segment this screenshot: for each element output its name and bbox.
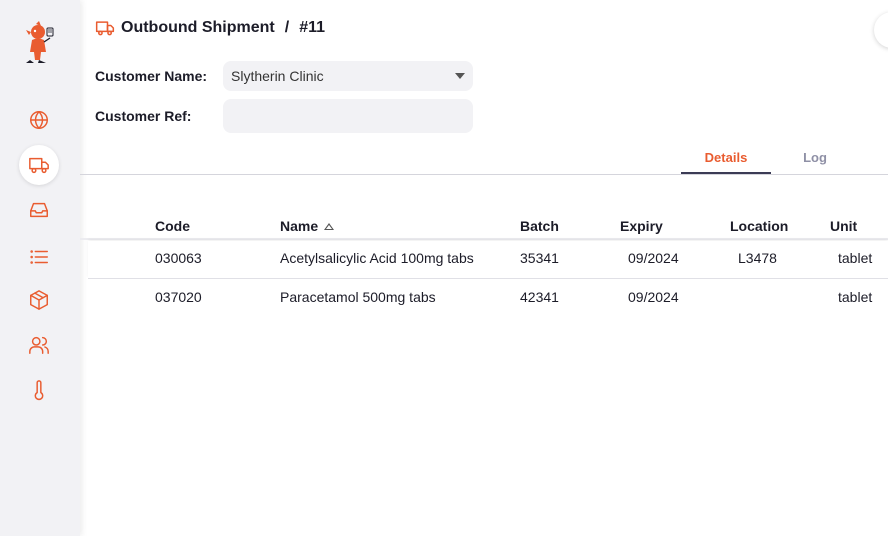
column-header-name[interactable]: Name — [280, 218, 335, 234]
sort-ascending-icon — [324, 222, 335, 230]
table-row[interactable]: 037020 Paracetamol 500mg tabs 42341 09/2… — [88, 280, 888, 318]
table-row[interactable]: 030063 Acetylsalicylic Acid 100mg tabs 3… — [88, 241, 888, 279]
package-icon — [30, 290, 48, 310]
customer-name-label: Customer Name: — [95, 68, 208, 84]
customer-name-select[interactable]: Slytherin Clinic — [223, 61, 473, 91]
column-header-code[interactable]: Code — [155, 218, 190, 234]
customer-ref-label: Customer Ref: — [95, 108, 192, 124]
cell-expiry: 09/2024 — [628, 250, 679, 266]
sidebar — [0, 0, 80, 536]
column-header-unit[interactable]: Unit — [830, 218, 857, 234]
cell-batch: 42341 — [520, 289, 559, 305]
title-separator: / — [284, 19, 290, 36]
cell-unit: tablet — [838, 289, 873, 305]
truck-icon — [95, 21, 115, 36]
users-icon — [29, 336, 49, 354]
app-bar-button[interactable] — [874, 12, 888, 48]
cell-location: L3478 — [738, 250, 777, 266]
nav-replenishment[interactable] — [19, 190, 59, 230]
tab-details[interactable]: Details — [681, 150, 771, 174]
customer-name-value: Slytherin Clinic — [231, 68, 324, 84]
nav-inventory[interactable] — [19, 280, 59, 320]
page-title: Outbound Shipment — [121, 19, 275, 36]
app-logo[interactable] — [22, 20, 56, 64]
chevron-down-icon — [455, 73, 465, 79]
inbox-icon — [30, 202, 48, 218]
page-header: Outbound Shipment / #11 — [95, 18, 325, 38]
column-header-expiry[interactable]: Expiry — [620, 218, 663, 234]
truck-icon — [29, 157, 49, 174]
table-header: Code Name Batch Expiry Location Unit — [80, 215, 888, 240]
customer-ref-input[interactable] — [223, 99, 473, 133]
cell-batch: 35341 — [520, 250, 559, 266]
cell-unit: tablet — [838, 250, 873, 266]
cell-name: Acetylsalicylic Acid 100mg tabs — [280, 250, 474, 266]
main-content: Outbound Shipment / #11 Customer Name: S… — [80, 0, 888, 536]
nav-cold-chain[interactable] — [19, 370, 59, 410]
thermometer-icon — [34, 380, 44, 401]
column-header-location[interactable]: Location — [730, 218, 788, 234]
column-header-batch[interactable]: Batch — [520, 218, 559, 234]
tab-log[interactable]: Log — [785, 150, 845, 174]
cell-code: 030063 — [155, 250, 202, 266]
nav-catalogue[interactable] — [19, 237, 59, 277]
nav-dashboard[interactable] — [19, 100, 59, 140]
globe-icon — [30, 111, 48, 129]
list-icon — [30, 250, 48, 264]
cell-code: 037020 — [155, 289, 202, 305]
app-window: Outbound Shipment / #11 Customer Name: S… — [0, 0, 888, 536]
cell-expiry: 09/2024 — [628, 289, 679, 305]
nav-distribution[interactable] — [19, 145, 59, 185]
nav-suppliers[interactable] — [19, 325, 59, 365]
shipment-number: #11 — [299, 19, 326, 36]
cell-name: Paracetamol 500mg tabs — [280, 289, 436, 305]
tab-bar: Details Log — [80, 145, 888, 175]
